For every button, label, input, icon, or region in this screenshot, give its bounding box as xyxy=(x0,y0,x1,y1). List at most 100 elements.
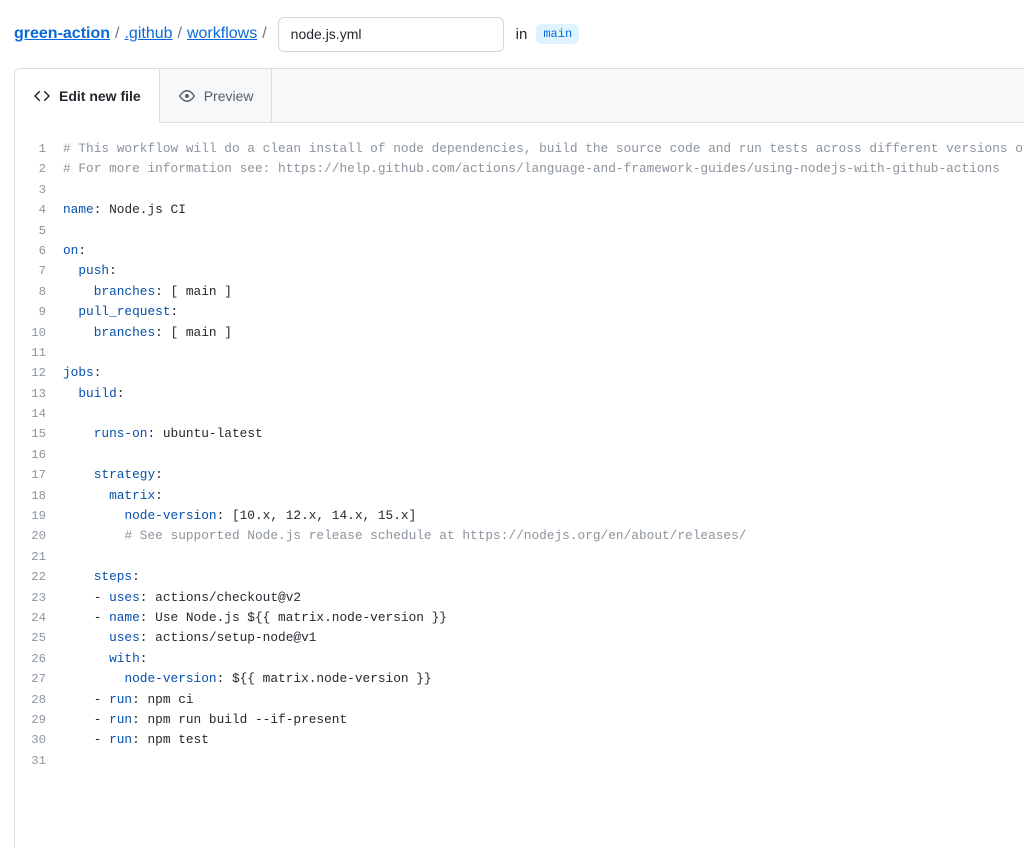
line-number: 17 xyxy=(15,465,63,485)
line-number: 9 xyxy=(15,302,63,322)
code-token-punct: - xyxy=(63,692,109,707)
breadcrumb-dir-github[interactable]: .github xyxy=(124,26,172,42)
line-number: 11 xyxy=(15,343,63,363)
code-token-key: with xyxy=(109,651,140,666)
code-line: 30 - run: npm test xyxy=(15,730,1024,750)
code-line: 8 branches: [ main ] xyxy=(15,282,1024,302)
line-number: 22 xyxy=(15,567,63,587)
breadcrumb-dir-workflows[interactable]: workflows xyxy=(187,26,257,42)
code-token-key: steps xyxy=(94,569,132,584)
tab-edit-new-file[interactable]: Edit new file xyxy=(15,69,160,123)
code-token-key: uses xyxy=(109,630,140,645)
line-number: 3 xyxy=(15,180,63,200)
code-line: 23 - uses: actions/checkout@v2 xyxy=(15,588,1024,608)
code-line-content: branches: [ main ] xyxy=(63,323,232,343)
code-token-val xyxy=(63,488,109,503)
line-number: 19 xyxy=(15,506,63,526)
code-token-punct: : xyxy=(109,263,117,278)
breadcrumb-separator-3: / xyxy=(262,25,266,43)
code-token-key: build xyxy=(78,386,116,401)
code-line: 19 node-version: [10.x, 12.x, 14.x, 15.x… xyxy=(15,506,1024,526)
code-token-key: node-version xyxy=(124,671,216,686)
line-number: 1 xyxy=(15,139,63,159)
code-token-punct: : xyxy=(171,304,179,319)
filename-input[interactable] xyxy=(278,17,504,52)
tab-preview[interactable]: Preview xyxy=(160,69,273,122)
code-token-val xyxy=(63,508,124,523)
code-line-content: strategy: xyxy=(63,465,163,485)
code-token-key: runs-on xyxy=(94,426,148,441)
line-number: 27 xyxy=(15,669,63,689)
code-token-val xyxy=(63,304,78,319)
code-token-val xyxy=(63,386,78,401)
code-token-val xyxy=(63,426,94,441)
code-token-val xyxy=(63,284,94,299)
code-token-key: on xyxy=(63,243,78,258)
code-line-content: node-version: [10.x, 12.x, 14.x, 15.x] xyxy=(63,506,416,526)
breadcrumb-repo-link[interactable]: green-action xyxy=(14,26,110,42)
code-line-content: push: xyxy=(63,261,117,281)
code-token-key: node-version xyxy=(124,508,216,523)
code-token-punct: : xyxy=(94,365,102,380)
line-number: 8 xyxy=(15,282,63,302)
code-token-key: uses xyxy=(109,590,140,605)
code-line: 7 push: xyxy=(15,261,1024,281)
code-token-val xyxy=(63,325,94,340)
eye-icon xyxy=(178,87,196,105)
code-token-punct: : ubuntu-latest xyxy=(147,426,262,441)
code-line: 22 steps: xyxy=(15,567,1024,587)
code-line-content: matrix: xyxy=(63,486,163,506)
code-line: 16 xyxy=(15,445,1024,465)
code-token-val xyxy=(63,630,109,645)
line-number: 28 xyxy=(15,690,63,710)
line-number: 16 xyxy=(15,445,63,465)
code-token-key: matrix xyxy=(109,488,155,503)
code-editor[interactable]: 1# This workflow will do a clean install… xyxy=(15,123,1024,848)
code-line: 25 uses: actions/setup-node@v1 xyxy=(15,628,1024,648)
code-line: 18 matrix: xyxy=(15,486,1024,506)
code-token-comment: # This workflow will do a clean install … xyxy=(63,141,1024,156)
code-line-content: name: Node.js CI xyxy=(63,200,186,220)
line-number: 6 xyxy=(15,241,63,261)
code-line-content: # See supported Node.js release schedule… xyxy=(63,526,746,546)
code-token-punct: : ${{ matrix.node-version }} xyxy=(217,671,432,686)
code-line-content: - run: npm run build --if-present xyxy=(63,710,347,730)
breadcrumb-separator-1: / xyxy=(115,25,119,43)
code-token-punct: : [ main ] xyxy=(155,284,232,299)
line-number: 5 xyxy=(15,221,63,241)
line-number: 24 xyxy=(15,608,63,628)
code-token-punct: : xyxy=(155,488,163,503)
code-line: 13 build: xyxy=(15,384,1024,404)
code-line-content: jobs: xyxy=(63,363,101,383)
code-line: 27 node-version: ${{ matrix.node-version… xyxy=(15,669,1024,689)
code-token-key: run xyxy=(109,732,132,747)
code-token-key: strategy xyxy=(94,467,155,482)
line-number: 30 xyxy=(15,730,63,750)
code-token-key: run xyxy=(109,712,132,727)
code-token-val: Node.js CI xyxy=(101,202,185,217)
code-token-key: jobs xyxy=(63,365,94,380)
code-token-key: pull_request xyxy=(78,304,170,319)
code-line: 12jobs: xyxy=(15,363,1024,383)
code-line: 29 - run: npm run build --if-present xyxy=(15,710,1024,730)
code-line-content: with: xyxy=(63,649,147,669)
code-token-comment: # For more information see: https://help… xyxy=(63,161,1000,176)
code-token-punct: : npm test xyxy=(132,732,209,747)
tab-preview-label: Preview xyxy=(204,88,254,104)
code-line: 26 with: xyxy=(15,649,1024,669)
code-token-punct: - xyxy=(63,610,109,625)
code-line-content: - name: Use Node.js ${{ matrix.node-vers… xyxy=(63,608,447,628)
line-number: 31 xyxy=(15,751,63,771)
code-token-punct: : xyxy=(117,386,125,401)
code-line: 17 strategy: xyxy=(15,465,1024,485)
code-token-key: name xyxy=(109,610,140,625)
code-token-key: branches xyxy=(94,284,155,299)
code-icon xyxy=(33,87,51,105)
editor-panel: Edit new file Preview 1# This workflow w… xyxy=(14,68,1024,848)
code-line-content: - run: npm test xyxy=(63,730,209,750)
line-number: 15 xyxy=(15,424,63,444)
code-line-content: steps: xyxy=(63,567,140,587)
line-number: 2 xyxy=(15,159,63,179)
line-number: 18 xyxy=(15,486,63,506)
code-token-punct: - xyxy=(63,712,109,727)
